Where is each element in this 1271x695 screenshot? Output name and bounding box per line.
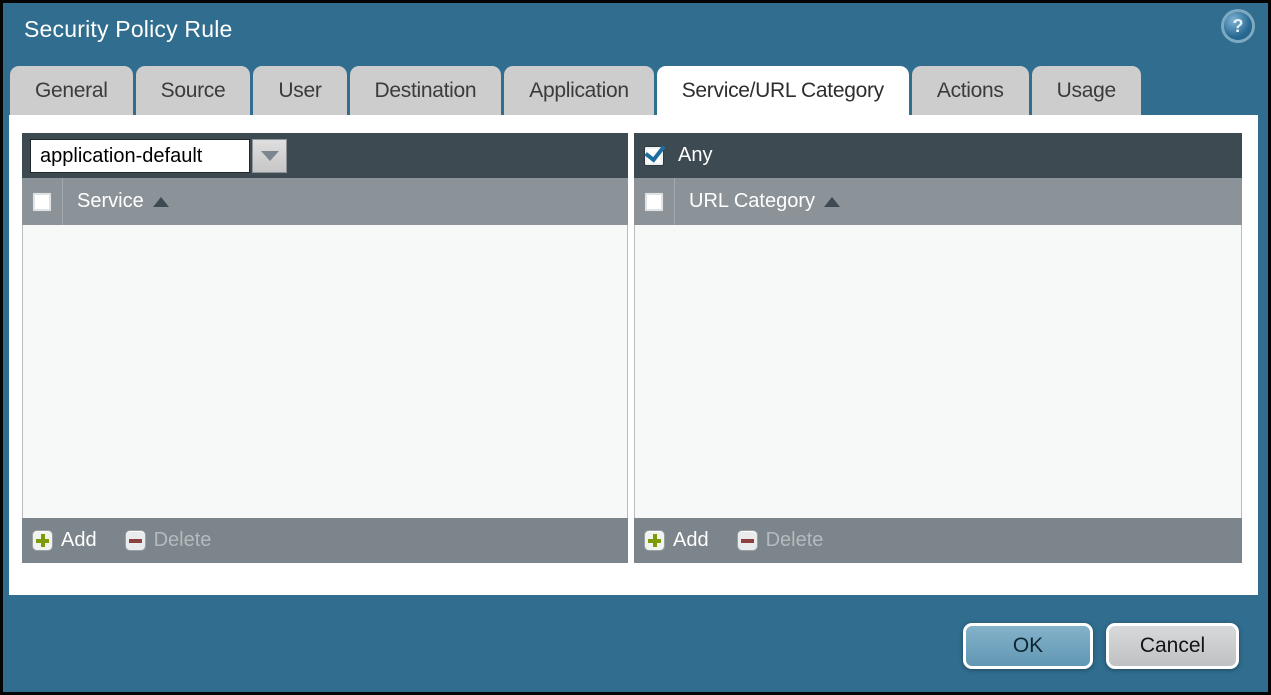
tab-destination[interactable]: Destination bbox=[349, 66, 502, 115]
service-delete-label: Delete bbox=[153, 529, 212, 551]
plus-icon bbox=[644, 530, 665, 551]
tab-general[interactable]: General bbox=[10, 66, 133, 115]
url-category-select-all-cell bbox=[634, 178, 675, 225]
tab-source[interactable]: Source bbox=[135, 66, 251, 115]
tab-usage[interactable]: Usage bbox=[1031, 66, 1141, 115]
service-dropdown: application-default bbox=[30, 138, 287, 173]
service-column-header-row: Service bbox=[22, 178, 628, 225]
url-category-add-button[interactable]: Add bbox=[644, 529, 709, 552]
any-label: Any bbox=[678, 144, 713, 166]
url-category-add-label: Add bbox=[673, 529, 709, 551]
url-category-delete-button[interactable]: Delete bbox=[736, 529, 824, 552]
service-dropdown-button[interactable] bbox=[252, 138, 287, 173]
ok-button[interactable]: OK bbox=[963, 623, 1093, 669]
tab-user[interactable]: User bbox=[253, 66, 347, 115]
url-category-panel-topbar: Any bbox=[634, 133, 1242, 178]
help-icon[interactable]: ? bbox=[1224, 12, 1252, 40]
minus-icon bbox=[736, 530, 758, 551]
tab-service-url-category[interactable]: Service/URL Category bbox=[656, 66, 909, 115]
tab-actions[interactable]: Actions bbox=[911, 66, 1029, 115]
cancel-button[interactable]: Cancel bbox=[1106, 623, 1239, 669]
url-category-column-header-row: URL Category bbox=[634, 178, 1242, 225]
tab-bar: General Source User Destination Applicat… bbox=[10, 66, 1141, 115]
service-delete-button[interactable]: Delete bbox=[124, 529, 212, 552]
plus-icon bbox=[32, 530, 53, 551]
service-toolbar: Add Delete bbox=[22, 518, 628, 563]
service-select-all-checkbox[interactable] bbox=[32, 191, 52, 212]
sort-asc-icon bbox=[152, 196, 169, 207]
tab-application[interactable]: Application bbox=[504, 66, 654, 115]
url-category-select-all-checkbox[interactable] bbox=[644, 191, 664, 212]
url-category-delete-label: Delete bbox=[765, 529, 824, 551]
sort-asc-icon bbox=[823, 196, 840, 207]
chevron-down-icon bbox=[260, 150, 279, 161]
service-panel: application-default Service Add Delete bbox=[22, 133, 628, 563]
service-select-all-cell bbox=[22, 178, 63, 225]
url-category-list-body bbox=[634, 225, 1242, 518]
minus-icon bbox=[124, 530, 146, 551]
any-checkbox[interactable] bbox=[644, 145, 664, 166]
url-category-toolbar: Add Delete bbox=[634, 518, 1242, 563]
service-add-label: Add bbox=[61, 529, 97, 551]
service-panel-topbar: application-default bbox=[22, 133, 628, 178]
service-column-header[interactable]: Service bbox=[77, 190, 144, 213]
security-policy-rule-dialog: { "window": { "title": "Security Policy … bbox=[0, 0, 1271, 695]
service-dropdown-value[interactable]: application-default bbox=[30, 138, 250, 173]
url-category-panel: Any URL Category Add Delete bbox=[634, 133, 1242, 563]
service-list-body bbox=[22, 225, 628, 518]
service-add-button[interactable]: Add bbox=[32, 529, 97, 552]
url-category-column-header[interactable]: URL Category bbox=[689, 190, 815, 213]
window-title: Security Policy Rule bbox=[24, 16, 233, 42]
